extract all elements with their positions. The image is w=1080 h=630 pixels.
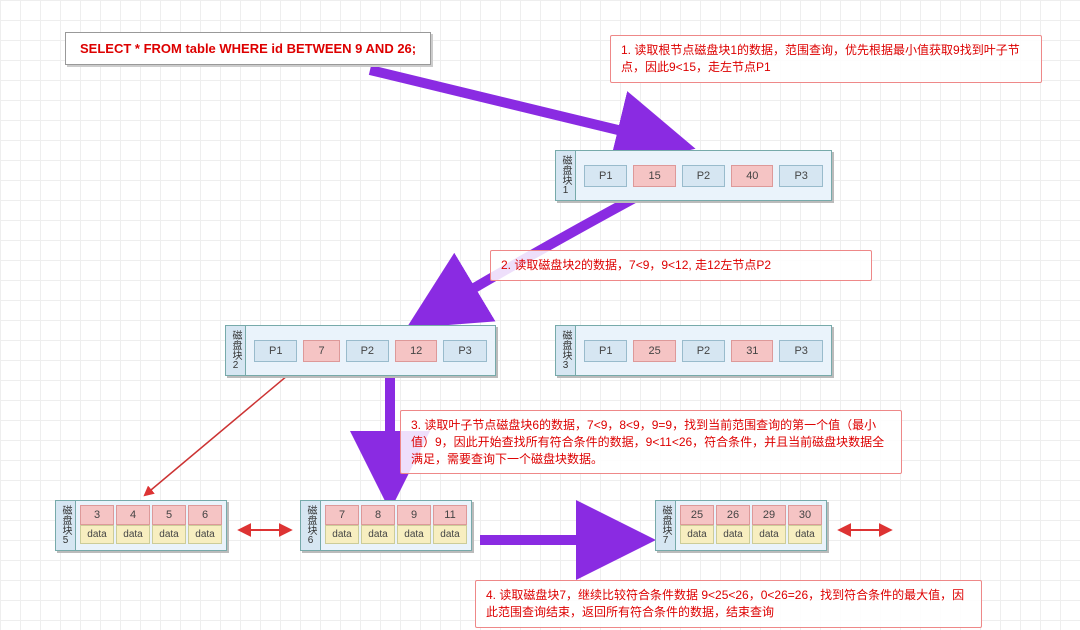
block-label: 磁盘块7: [656, 501, 676, 550]
disk-block-6: 磁盘块6 7 8 9 11 data data data data: [300, 500, 472, 551]
block-label: 磁盘块6: [301, 501, 321, 550]
leaf-key: 26: [716, 505, 750, 525]
leaf-data: data: [752, 525, 786, 544]
key: 40: [731, 165, 773, 187]
leaf-key: 25: [680, 505, 714, 525]
leaf-key: 30: [788, 505, 822, 525]
note-1: 1. 读取根节点磁盘块1的数据，范围查询，优先根据最小值获取9找到叶子节点，因此…: [610, 35, 1042, 83]
pointer-p1: P1: [584, 165, 627, 187]
leaf-key: 11: [433, 505, 467, 525]
block-label: 磁盘块2: [226, 326, 246, 375]
diagram-canvas: SELECT * FROM table WHERE id BETWEEN 9 A…: [0, 0, 1080, 630]
note-4: 4. 读取磁盘块7，继续比较符合条件数据 9<25<26，0<26=26，找到符…: [475, 580, 982, 628]
leaf-key: 8: [361, 505, 395, 525]
disk-block-5: 磁盘块5 3 4 5 6 data data data data: [55, 500, 227, 551]
block-label: 磁盘块1: [556, 151, 576, 200]
leaf-data: data: [152, 525, 186, 544]
leaf-key: 6: [188, 505, 222, 525]
leaf-data: data: [680, 525, 714, 544]
leaf-key: 4: [116, 505, 150, 525]
leaf-data: data: [397, 525, 431, 544]
leaf-key: 5: [152, 505, 186, 525]
sql-text: SELECT * FROM table WHERE id BETWEEN 9 A…: [80, 41, 416, 56]
leaf-key: 29: [752, 505, 786, 525]
disk-block-3: 磁盘块3 P1 25 P2 31 P3: [555, 325, 832, 376]
disk-block-2: 磁盘块2 P1 7 P2 12 P3: [225, 325, 496, 376]
leaf-data: data: [325, 525, 359, 544]
key: 25: [633, 340, 675, 362]
key: 12: [395, 340, 437, 362]
pointer-p1: P1: [254, 340, 297, 362]
leaf-data: data: [716, 525, 750, 544]
leaf-data: data: [116, 525, 150, 544]
leaf-key: 3: [80, 505, 114, 525]
pointer-p1: P1: [584, 340, 627, 362]
leaf-key: 7: [325, 505, 359, 525]
pointer-p2: P2: [346, 340, 389, 362]
pointer-p2: P2: [682, 340, 725, 362]
pointer-p3: P3: [779, 340, 822, 362]
block-label: 磁盘块5: [56, 501, 76, 550]
sql-query-box: SELECT * FROM table WHERE id BETWEEN 9 A…: [65, 32, 431, 65]
disk-block-7: 磁盘块7 25 26 29 30 data data data data: [655, 500, 827, 551]
key: 7: [303, 340, 339, 362]
pointer-p3: P3: [779, 165, 822, 187]
note-3: 3. 读取叶子节点磁盘块6的数据，7<9，8<9，9=9，找到当前范围查询的第一…: [400, 410, 902, 474]
block-label: 磁盘块3: [556, 326, 576, 375]
leaf-data: data: [433, 525, 467, 544]
disk-block-1: 磁盘块1 P1 15 P2 40 P3: [555, 150, 832, 201]
leaf-data: data: [80, 525, 114, 544]
leaf-data: data: [788, 525, 822, 544]
leaf-data: data: [188, 525, 222, 544]
leaf-key: 9: [397, 505, 431, 525]
key: 31: [731, 340, 773, 362]
pointer-p2: P2: [682, 165, 725, 187]
note-2: 2. 读取磁盘块2的数据，7<9，9<12, 走12左节点P2: [490, 250, 872, 281]
pointer-p3: P3: [443, 340, 486, 362]
key: 15: [633, 165, 675, 187]
leaf-data: data: [361, 525, 395, 544]
